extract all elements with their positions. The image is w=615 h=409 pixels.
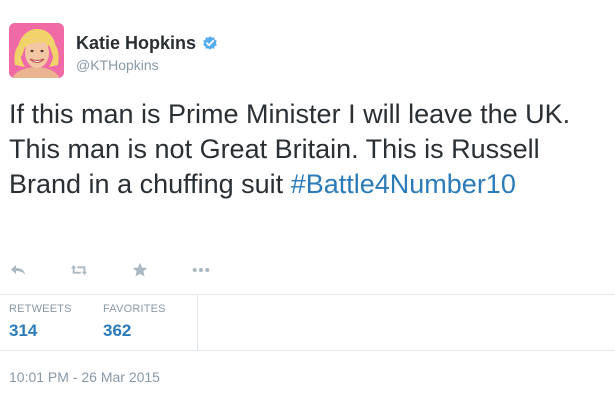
tweet-stats: RETWEETS 314 FAVORITES 362 <box>0 295 615 350</box>
favorite-button[interactable] <box>131 262 149 278</box>
retweet-button[interactable] <box>70 262 88 278</box>
avatar-image <box>9 23 64 78</box>
favorites-label: FAVORITES <box>103 303 166 315</box>
reply-icon <box>11 265 25 275</box>
tweet-actions <box>9 262 253 278</box>
favorites-count[interactable]: 362 <box>103 320 166 342</box>
more-button[interactable] <box>192 262 210 278</box>
retweet-icon <box>70 265 88 275</box>
stats-separator <box>197 295 198 350</box>
hashtag-link[interactable]: #Battle4Number10 <box>291 169 516 199</box>
author-name-row: Katie Hopkins <box>76 33 218 53</box>
tweet-timestamp[interactable]: 10:01 PM - 26 Mar 2015 <box>9 369 160 385</box>
author-display-name[interactable]: Katie Hopkins <box>76 33 196 53</box>
divider-bottom <box>0 350 615 351</box>
more-icon <box>192 268 210 272</box>
star-icon <box>132 262 148 277</box>
avatar[interactable] <box>9 23 64 78</box>
retweets-stat[interactable]: RETWEETS 314 <box>9 303 72 342</box>
reply-button[interactable] <box>9 262 27 278</box>
verified-badge-icon <box>202 35 218 51</box>
tweet-text: If this man is Prime Minister I will lea… <box>9 97 614 202</box>
favorites-stat[interactable]: FAVORITES 362 <box>103 303 166 342</box>
author-handle[interactable]: @KTHopkins <box>76 57 159 73</box>
retweets-label: RETWEETS <box>9 303 72 315</box>
retweets-count[interactable]: 314 <box>9 320 72 342</box>
